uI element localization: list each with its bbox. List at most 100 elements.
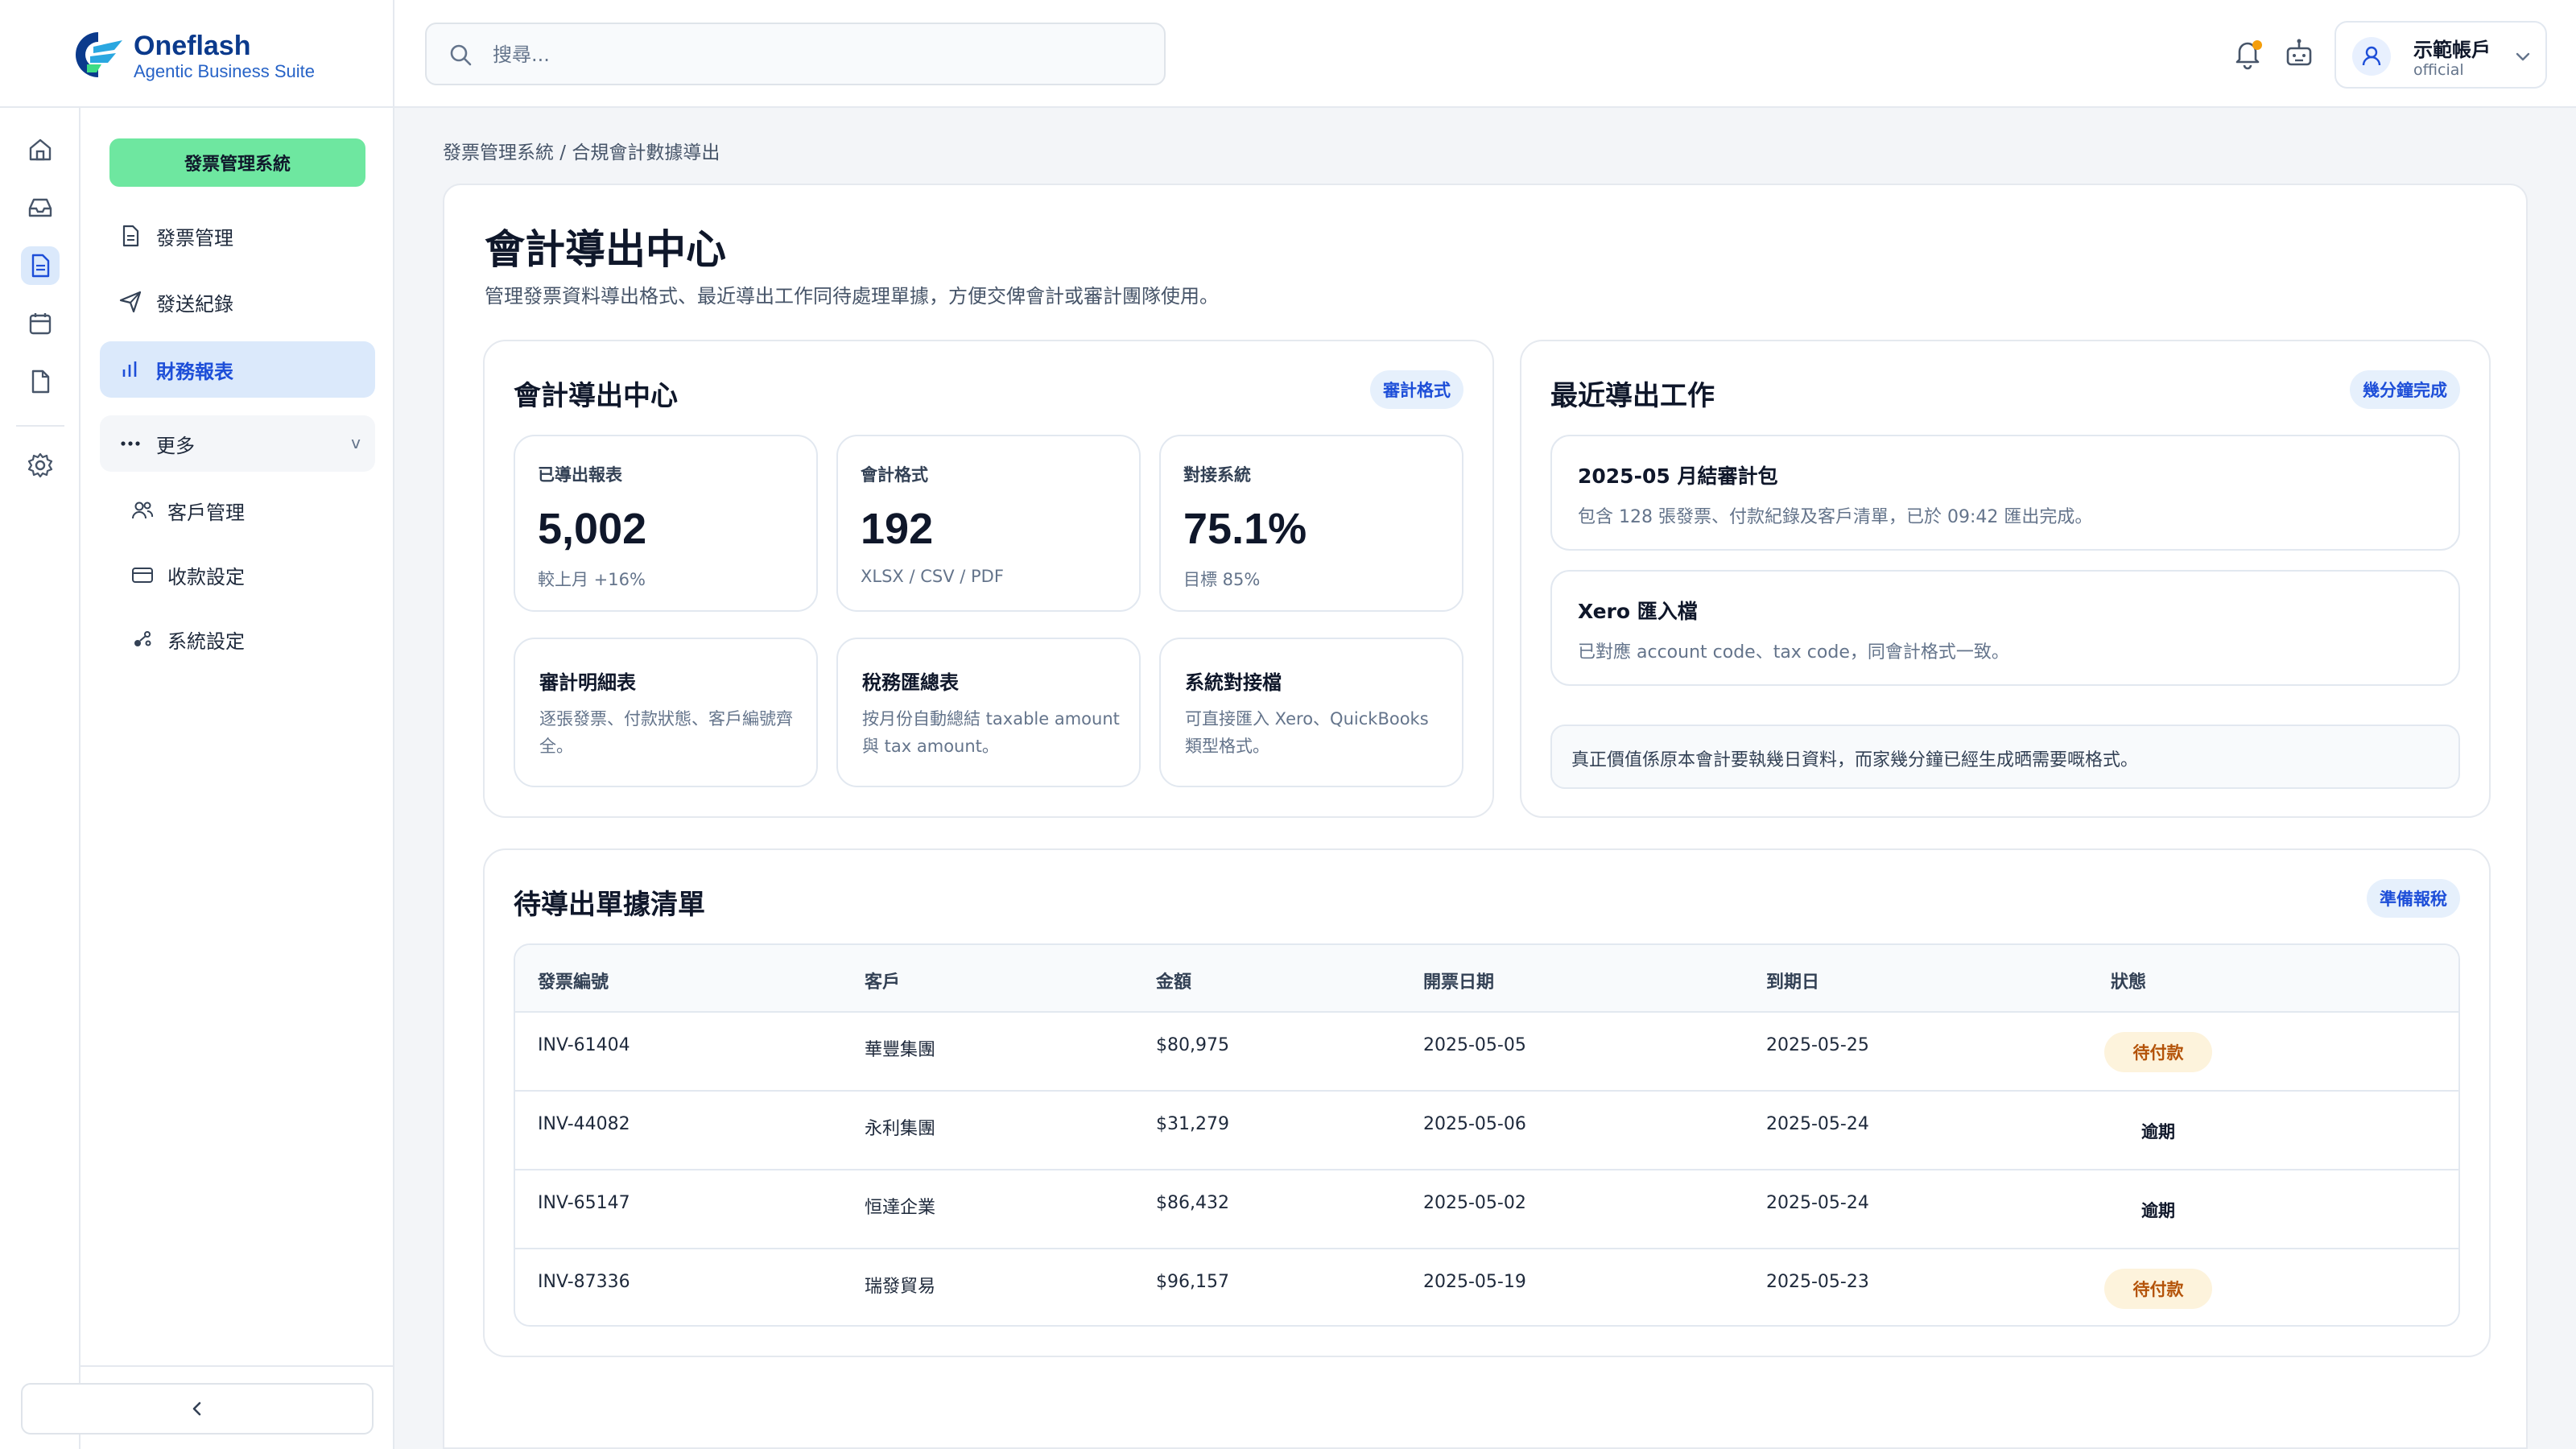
stat-card-connected-systems: 對接系統 75.1% 目標 85% xyxy=(1159,435,1463,612)
stat-value: 75.1% xyxy=(1183,505,1307,553)
job-card-xero-import[interactable]: Xero 匯入檔 已對應 account code、tax code，同會計格式… xyxy=(1550,570,2460,686)
feature-card-system-integration[interactable]: 系統對接檔 可直接匯入 Xero、QuickBooks 類型格式。 xyxy=(1159,638,1463,787)
rail-divider xyxy=(16,425,64,427)
column-header-status[interactable]: 狀態 xyxy=(2111,968,2146,993)
cell-client: 恒達企業 xyxy=(865,1198,936,1218)
rail-settings[interactable] xyxy=(21,446,60,485)
column-header-client[interactable]: 客戶 xyxy=(865,968,900,993)
card-icon xyxy=(129,561,156,588)
status-badge: 待付款 xyxy=(2104,1032,2212,1072)
rail-home[interactable] xyxy=(21,130,60,169)
search-input[interactable] xyxy=(493,35,1137,74)
tax-ready-badge[interactable]: 準備報稅 xyxy=(2367,879,2460,918)
sidebar-more-toggle[interactable]: 更多 v xyxy=(100,415,375,472)
column-header-issue-date[interactable]: 開票日期 xyxy=(1423,968,1494,993)
rail-files[interactable] xyxy=(21,362,60,401)
notification-button[interactable] xyxy=(2230,35,2265,71)
column-header-invoice-no[interactable]: 發票編號 xyxy=(538,968,609,993)
page-title: 會計導出中心 xyxy=(485,226,726,273)
table-row[interactable]: INV-65147 恒達企業 $86,432 2025-05-02 2025-0… xyxy=(515,1170,2458,1249)
cell-invoice-no: INV-87336 xyxy=(538,1272,630,1292)
search-icon xyxy=(450,44,472,66)
sidebar-item-system-settings[interactable]: 系統設定 xyxy=(126,615,367,663)
more-label: 更多 xyxy=(156,434,195,457)
job-description: 包含 128 張發票、付款紀錄及客戶清單，已於 09:42 匯出完成。 xyxy=(1578,507,2093,527)
status-badge: 待付款 xyxy=(2104,1269,2212,1309)
cell-amount: $96,157 xyxy=(1156,1272,1229,1292)
rail-calendar[interactable] xyxy=(21,304,60,343)
rail-inbox[interactable] xyxy=(21,188,60,227)
top-bar: Oneflash Agentic Business Suite 搜尋... 示範… xyxy=(0,0,2576,108)
column-header-due-date[interactable]: 到期日 xyxy=(1766,968,1819,993)
job-title: 2025-05 月結審計包 xyxy=(1578,464,1778,488)
table-row[interactable]: INV-87336 瑞發貿易 $96,157 2025-05-19 2025-0… xyxy=(515,1249,2458,1325)
stat-note: XLSX / CSV / PDF xyxy=(861,567,1004,586)
stat-card-accounting-formats: 會計格式 192 XLSX / CSV / PDF xyxy=(836,435,1141,612)
export-panel-title: 會計導出中心 xyxy=(514,380,678,412)
cell-client: 華豐集團 xyxy=(865,1040,936,1060)
oneflash-logo-icon xyxy=(76,32,122,77)
sidebar-item-send-log[interactable]: 發送紀錄 xyxy=(100,274,375,330)
column-header-amount[interactable]: 金額 xyxy=(1156,968,1191,993)
assistant-button[interactable] xyxy=(2281,35,2317,71)
feature-description: 可直接匯入 Xero、QuickBooks 類型格式。 xyxy=(1185,709,1429,756)
cell-due-date: 2025-05-25 xyxy=(1766,1035,1869,1055)
stat-value: 5,002 xyxy=(538,505,647,553)
value-note: 真正價值係原本會計要執幾日資料，而家幾分鐘已經生成晒需要嘅格式。 xyxy=(1550,724,2460,789)
stat-note: 目標 85% xyxy=(1183,570,1261,589)
cell-amount: $86,432 xyxy=(1156,1193,1229,1213)
table-row[interactable]: INV-61404 華豐集團 $80,975 2025-05-05 2025-0… xyxy=(515,1013,2458,1092)
job-title: Xero 匯入檔 xyxy=(1578,600,1698,623)
status-badge: 逾期 xyxy=(2141,1201,2175,1220)
more-dots-icon xyxy=(116,429,145,458)
cell-invoice-no: INV-65147 xyxy=(538,1193,630,1213)
feature-title: 稅務匯總表 xyxy=(862,671,959,694)
cell-client: 瑞發貿易 xyxy=(865,1277,936,1297)
search-box[interactable] xyxy=(425,23,1166,85)
account-menu[interactable]: 示範帳戶 official xyxy=(2334,21,2547,89)
pending-documents-panel: 待導出單據清單 準備報稅 發票編號 客戶 金額 開票日期 到期日 狀態 INV-… xyxy=(483,848,2491,1357)
sidebar-item-label: 客戶管理 xyxy=(167,501,245,524)
cell-due-date: 2025-05-24 xyxy=(1766,1114,1869,1134)
chevron-down-icon xyxy=(2516,52,2530,61)
sidebar-item-financial-reports[interactable]: 財務報表 xyxy=(100,341,375,398)
pending-table: 發票編號 客戶 金額 開票日期 到期日 狀態 INV-61404 華豐集團 $8… xyxy=(514,943,2460,1327)
bar-chart-icon xyxy=(116,355,145,384)
table-header: 發票編號 客戶 金額 開票日期 到期日 狀態 xyxy=(515,945,2458,1013)
more-chevron: v xyxy=(351,433,361,452)
document-icon xyxy=(116,221,145,250)
feature-title: 審計明細表 xyxy=(539,671,636,694)
avatar xyxy=(2352,37,2391,76)
feature-card-audit-detail[interactable]: 審計明細表 逐張發票、付款狀態、客戶編號齊全。 xyxy=(514,638,818,787)
users-icon xyxy=(129,497,156,524)
audit-format-badge[interactable]: 審計格式 xyxy=(1370,370,1463,409)
sidebar-item-payment-settings[interactable]: 收款設定 xyxy=(126,551,367,599)
feature-description: 按月份自動總結 taxable amount 與 tax amount。 xyxy=(862,709,1120,756)
recent-jobs-panel: 最近導出工作 幾分鐘完成 2025-05 月結審計包 包含 128 張發票、付款… xyxy=(1520,340,2491,818)
value-note-text: 真正價值係原本會計要執幾日資料，而家幾分鐘已經生成晒需要嘅格式。 xyxy=(1571,750,2139,770)
sidebar: 發票管理系統 發票管理 發送紀錄 財務報表 更多 v 客戶管理 收款設定 系統設… xyxy=(21,108,394,1449)
main-content: 會計導出中心 管理發票資料導出格式、最近導出工作同待處理單據，方便交俾會計或審計… xyxy=(443,184,2528,1449)
chevron-left-icon xyxy=(192,1402,201,1416)
brand-name: Oneflash xyxy=(134,31,251,61)
table-row[interactable]: INV-44082 永利集團 $31,279 2025-05-06 2025-0… xyxy=(515,1092,2458,1170)
inbox-icon xyxy=(28,198,52,217)
sidebar-item-label: 發送紀錄 xyxy=(156,292,233,316)
job-card-monthly-audit[interactable]: 2025-05 月結審計包 包含 128 張發票、付款紀錄及客戶清單，已於 09… xyxy=(1550,435,2460,551)
cell-issue-date: 2025-05-06 xyxy=(1423,1114,1526,1134)
sidebar-item-clients[interactable]: 客戶管理 xyxy=(126,486,367,535)
stat-value: 192 xyxy=(861,505,934,553)
feature-card-tax-summary[interactable]: 稅務匯總表 按月份自動總結 taxable amount 與 tax amoun… xyxy=(836,638,1141,787)
sidebar-item-invoices[interactable]: 發票管理 xyxy=(100,208,375,264)
gear-icon xyxy=(27,452,53,478)
sidebar-item-label: 收款設定 xyxy=(167,565,245,588)
icon-rail xyxy=(0,108,80,1449)
rail-documents[interactable] xyxy=(21,246,60,285)
breadcrumb: 發票管理系統 / 合規會計數據導出 xyxy=(443,142,720,163)
module-switch-button[interactable]: 發票管理系統 xyxy=(109,138,365,187)
collapse-sidebar-button[interactable] xyxy=(21,1383,374,1435)
recent-jobs-title: 最近導出工作 xyxy=(1550,380,1715,412)
minutes-done-badge[interactable]: 幾分鐘完成 xyxy=(2350,370,2460,409)
status-badge: 逾期 xyxy=(2141,1122,2175,1141)
cell-issue-date: 2025-05-19 xyxy=(1423,1272,1526,1292)
